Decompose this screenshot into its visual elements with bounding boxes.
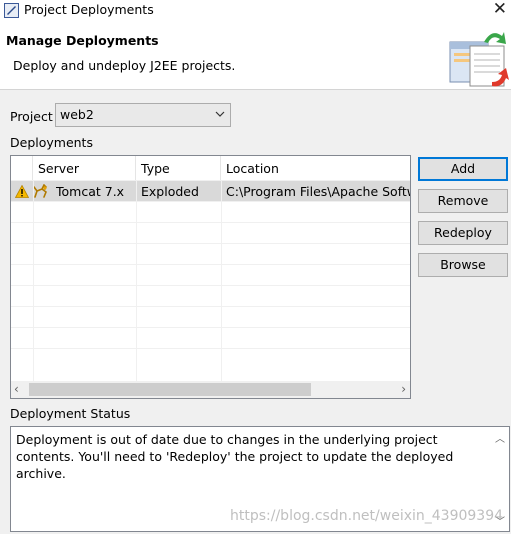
chevron-down-icon (215, 111, 225, 117)
warning-icon (15, 185, 29, 198)
add-button[interactable]: Add (418, 157, 508, 181)
table-header-icon-column (11, 156, 33, 180)
remove-button[interactable]: Remove (418, 189, 508, 213)
title-bar: Project Deployments ✕ (0, 0, 511, 22)
project-label: Project (10, 109, 53, 124)
horizontal-scrollbar[interactable]: ‹ › (11, 381, 410, 398)
scroll-up-icon[interactable]: ︿ (495, 430, 505, 445)
page-title: Manage Deployments (6, 33, 159, 48)
column-header-location[interactable]: Location (221, 156, 410, 180)
deployment-status-text: Deployment is out of date due to changes… (16, 432, 454, 481)
column-divider (33, 180, 34, 382)
close-icon[interactable]: ✕ (493, 0, 507, 19)
deployment-status-label: Deployment Status (10, 406, 131, 421)
column-header-server[interactable]: Server (33, 156, 136, 180)
page-description: Deploy and undeploy J2EE projects. (13, 58, 236, 73)
column-divider (136, 180, 137, 382)
row-type: Exploded (141, 184, 199, 199)
empty-row (11, 201, 410, 222)
empty-row (11, 222, 410, 243)
empty-row (11, 264, 410, 285)
column-divider (221, 180, 222, 382)
project-select-value: web2 (60, 107, 94, 122)
empty-row (11, 327, 410, 348)
column-header-type[interactable]: Type (136, 156, 221, 180)
row-location: C:\Program Files\Apache Software Foundat… (226, 184, 410, 199)
app-icon (4, 3, 19, 18)
window-title: Project Deployments (24, 2, 154, 17)
table-row[interactable]: Tomcat 7.x Exploded C:\Program Files\Apa… (11, 180, 410, 201)
project-select[interactable]: web2 (55, 103, 231, 127)
deployments-table: Server Type Location Tomcat 7.x Exploded… (10, 155, 411, 399)
empty-row (11, 285, 410, 306)
table-header: Server Type Location (11, 156, 410, 180)
scroll-left-icon[interactable]: ‹ (14, 382, 19, 396)
scrollbar-thumb[interactable] (29, 383, 311, 396)
browse-button[interactable]: Browse (418, 253, 508, 277)
watermark: https://blog.csdn.net/weixin_43909394 (230, 508, 504, 524)
deployments-label: Deployments (10, 135, 93, 150)
row-server: Tomcat 7.x (56, 184, 125, 199)
redeploy-button[interactable]: Redeploy (418, 221, 508, 245)
empty-row (11, 243, 410, 264)
empty-row (11, 306, 410, 327)
deploy-graphic-icon (449, 32, 509, 87)
header-banner: Manage Deployments Deploy and undeploy J… (0, 22, 511, 90)
tomcat-icon (33, 184, 47, 198)
empty-row (11, 348, 410, 369)
scroll-right-icon[interactable]: › (401, 382, 406, 396)
